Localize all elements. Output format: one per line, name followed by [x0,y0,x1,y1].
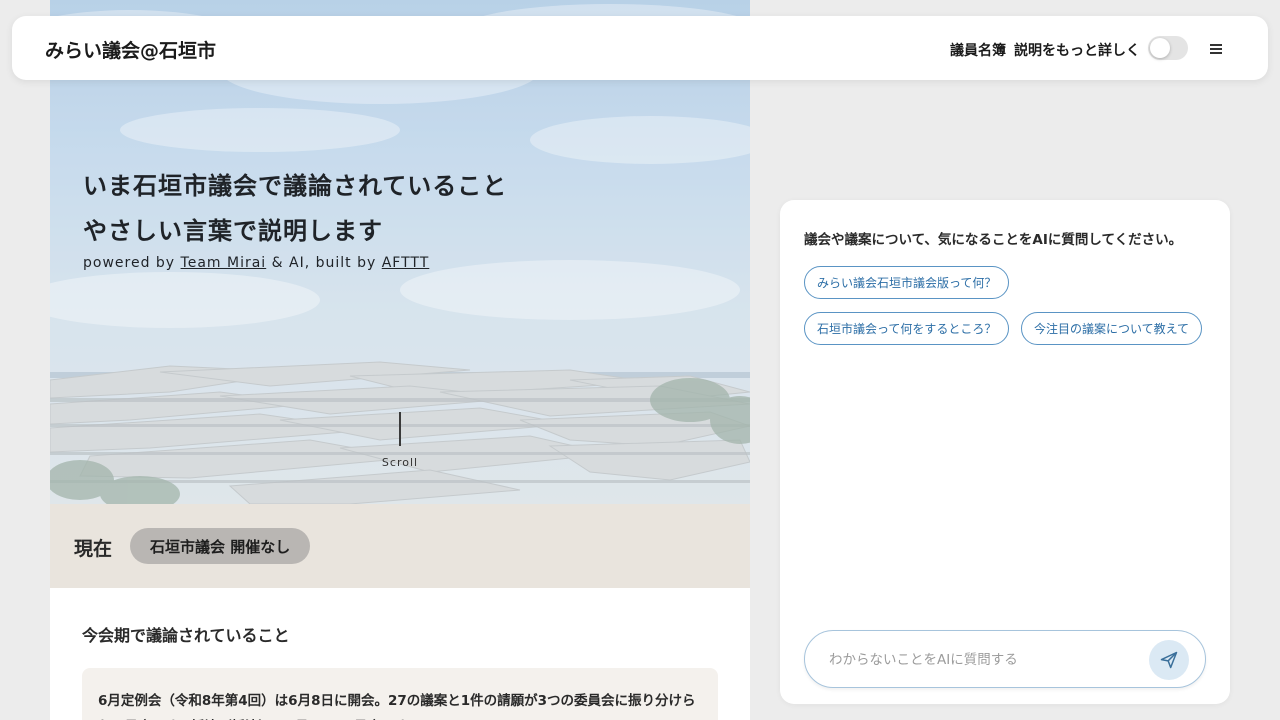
chat-intro-text: 議会や議案について、気になることをAIに質問してください。 [804,232,1183,248]
team-mirai-link[interactable]: Team Mirai [181,255,267,271]
chat-input[interactable] [829,649,1129,671]
hero-title-line-2: やさしい言葉で説明します [83,217,383,245]
toggle-knob [1150,38,1170,58]
ai-chat-panel: 議会や議案について、気になることをAIに質問してください。 みらい議会石垣市議会… [780,200,1230,704]
detail-toggle-switch[interactable] [1148,36,1188,60]
afttt-link[interactable]: AFTTT [382,255,430,271]
suggestion-chip[interactable]: みらい議会石垣市議会版って何？ [804,266,1009,299]
suggestion-chip[interactable]: 今注目の議案について教えて [1021,312,1202,345]
scroll-indicator-line [399,412,401,446]
paper-plane-send-icon [1160,651,1178,669]
session-summary-card: 6月定例会（令和8年第4回）は6月8日に開会。27の議案と1件の請願が3つの委員… [82,668,718,720]
section-title: 今会期で議論されていること [82,626,290,645]
built-by-text: & AI, built by [266,255,382,271]
session-summary-text: 6月定例会（令和8年第4回）は6月8日に開会。27の議案と1件の請願が3つの委員… [98,693,696,720]
hero-credits: powered by Team Mirai & AI, built by AFT… [83,255,429,271]
site-title[interactable]: みらい議会@石垣市 [45,36,216,63]
suggestion-chip[interactable]: 石垣市議会って何をするところ？ [804,312,1009,345]
hero-title-line-1: いま石垣市議会で議論されていること [83,172,508,200]
nav-members-link[interactable]: 議員名簿 [950,40,1006,60]
scroll-label: Scroll [381,456,419,469]
detail-toggle-label: 説明をもっと詳しく [1014,43,1140,59]
send-button[interactable] [1149,640,1189,680]
powered-by-prefix: powered by [83,255,181,271]
status-badge: 石垣市議会 開催なし [130,528,311,564]
main-column: いま石垣市議会で議論されていること やさしい言葉で説明します powered b… [50,0,750,720]
status-label: 現在 [74,538,113,560]
site-header: みらい議会@石垣市 議員名簿 説明をもっと詳しく [12,16,1268,80]
hamburger-menu-icon[interactable] [1206,41,1226,57]
chat-input-box [804,630,1206,688]
